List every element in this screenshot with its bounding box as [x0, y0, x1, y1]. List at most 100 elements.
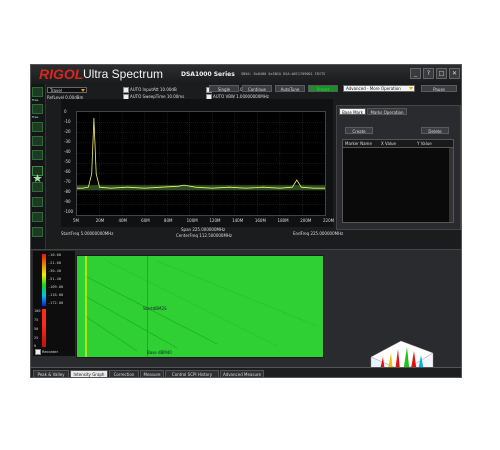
y-tick-label: -90: [64, 199, 71, 204]
tab-control-scpi-history[interactable]: Control SCPI History: [165, 370, 219, 377]
tab-base-mark[interactable]: Base Mark: [339, 108, 366, 115]
marker-icon[interactable]: [32, 122, 43, 132]
mode-dropdown[interactable]: Travel: [47, 87, 87, 93]
intensity-colorbar: [42, 254, 46, 306]
y-tick-label: -50: [64, 159, 71, 164]
trace-point: [91, 173, 92, 175]
x-tick-label: 120M: [209, 218, 221, 223]
sweep-icon[interactable]: [32, 87, 43, 97]
y-tick-label: -100: [64, 209, 74, 214]
x-tick-label: 140M: [232, 218, 244, 223]
recorder-label: Recorder: [42, 350, 59, 354]
advanced-dropdown-value: Advanced - More Operation: [346, 86, 401, 91]
file-icon[interactable]: [32, 197, 43, 207]
y-tick-label: -30: [64, 139, 71, 144]
x-tick-label: 100M: [186, 218, 198, 223]
scale-label: 75: [34, 318, 39, 322]
auto-inputatt[interactable]: AUTO InputAtt 10.00dB: [123, 87, 177, 93]
x-tick-label: 20M: [95, 218, 105, 223]
continue-button[interactable]: Continue: [242, 85, 272, 92]
product-name: Ultra Spectrum: [83, 67, 164, 81]
intensity-svg: [77, 256, 323, 357]
intensity-graph[interactable]: StartdBM2S Base dBM40: [76, 255, 324, 358]
y-tick-label: -60: [64, 169, 71, 174]
window-controls: _ ? □ ✕: [410, 68, 460, 79]
brand-logo: RIGOL: [39, 66, 84, 82]
spectrum-svg: [76, 112, 326, 215]
trace-point: [301, 186, 302, 188]
tab-peak-valley[interactable]: Peak & Valley: [33, 370, 69, 377]
settings-icon[interactable]: [32, 227, 43, 237]
intensity-y-axis: -10.00 -21.00 -30.40 -51.40 -109.00 -116…: [33, 251, 75, 356]
scale-label: 100: [34, 309, 41, 313]
trace-icon[interactable]: [32, 104, 43, 114]
minimize-button[interactable]: _: [410, 68, 421, 79]
intensity-ylabel: -30.40: [48, 269, 61, 273]
recorder-checkbox[interactable]: Recorder: [35, 349, 58, 355]
create-button[interactable]: Create: [345, 127, 373, 134]
tab-correction[interactable]: Correction: [109, 370, 139, 377]
col-marker-name: Marker Name: [345, 141, 372, 146]
trace-point: [195, 186, 196, 188]
checkbox-icon: [123, 87, 129, 93]
y-tick-label: -10: [64, 119, 71, 124]
free-label-2: Free: [32, 115, 39, 119]
system-icon[interactable]: [32, 182, 43, 192]
delete-button[interactable]: Delete: [421, 127, 449, 134]
tab-intensity-graph[interactable]: Intensity Graph: [70, 370, 108, 377]
x-tick-label: 220M: [323, 218, 335, 223]
star-glyph-icon: [33, 174, 42, 182]
title-bar: RIGOL Ultra Spectrum DSA1000 Series SN50…: [31, 65, 461, 84]
single-button[interactable]: Single: [209, 85, 239, 92]
intensity-ylabel: -172.00: [48, 301, 64, 305]
trace-point: [211, 187, 213, 189]
tab-marks-operation[interactable]: Marks Operation: [367, 108, 407, 115]
chevron-down-icon: [81, 89, 85, 92]
display-icon[interactable]: [32, 150, 43, 160]
autotune-button[interactable]: AutoTune: [275, 85, 305, 92]
trace-point: [228, 186, 230, 188]
scale-label: 0: [34, 344, 37, 348]
end-freq: EndFreq 225.000000MHz: [293, 231, 344, 236]
trace-point: [178, 185, 179, 187]
x-tick-label: 60M: [141, 218, 150, 223]
print-icon[interactable]: [32, 212, 43, 222]
auto-inputatt-label: AUTO InputAtt 10.00dB: [130, 87, 177, 92]
y-tick-label: -40: [64, 149, 71, 154]
marker-table: Marker Name X Value Y Value: [342, 139, 454, 223]
start-freq: StartFreq 5.00000000MHz: [61, 231, 114, 236]
tab-measure[interactable]: Measure: [140, 370, 164, 377]
trace-point: [279, 187, 281, 189]
x-tick-label: 5M: [73, 218, 79, 223]
intensity-ylabel: -109.00: [48, 285, 64, 289]
close-button[interactable]: ✕: [449, 68, 460, 79]
star-icon[interactable]: [32, 166, 43, 182]
spectrum-plot[interactable]: [76, 111, 326, 216]
intensity-ylabel: -51.40: [48, 277, 61, 281]
marker-panel: Base Mark Marks Operation Create Delete …: [336, 105, 461, 230]
tab-advanced-measure[interactable]: Advanced Measure: [220, 370, 264, 377]
intensity-center-label: StartdBM2S: [143, 306, 167, 311]
checkbox-icon: [35, 349, 41, 355]
preset-button[interactable]: Preset: [308, 85, 338, 92]
trace-point: [292, 186, 293, 188]
help-button[interactable]: ?: [423, 68, 434, 79]
x-tick-label: 160M: [254, 218, 266, 223]
marker-table-header: Marker Name X Value Y Value: [343, 140, 453, 148]
intensity-ylabel: -116.00: [48, 293, 64, 297]
intensity-ylabel: -21.00: [48, 261, 61, 265]
intensity-bottom-label: Base dBM40: [147, 350, 172, 355]
measure-icon[interactable]: [32, 136, 43, 146]
table-scrollbar[interactable]: [449, 148, 453, 222]
free-label-1: Free: [32, 98, 39, 102]
bottom-tab-bar: Peak & Valley Intensity Graph Correction…: [31, 367, 461, 377]
series-name: DSA1000 Series: [181, 71, 235, 78]
scale-label: 50: [34, 327, 39, 331]
left-toolbar: Free Free: [31, 84, 46, 249]
pause-button[interactable]: Pause: [421, 85, 457, 92]
advanced-dropdown[interactable]: Advanced - More Operation: [343, 85, 415, 92]
y-tick-label: -20: [64, 129, 71, 134]
record-bar: [42, 309, 46, 347]
maximize-button[interactable]: □: [436, 68, 447, 79]
trace-point: [93, 117, 95, 119]
